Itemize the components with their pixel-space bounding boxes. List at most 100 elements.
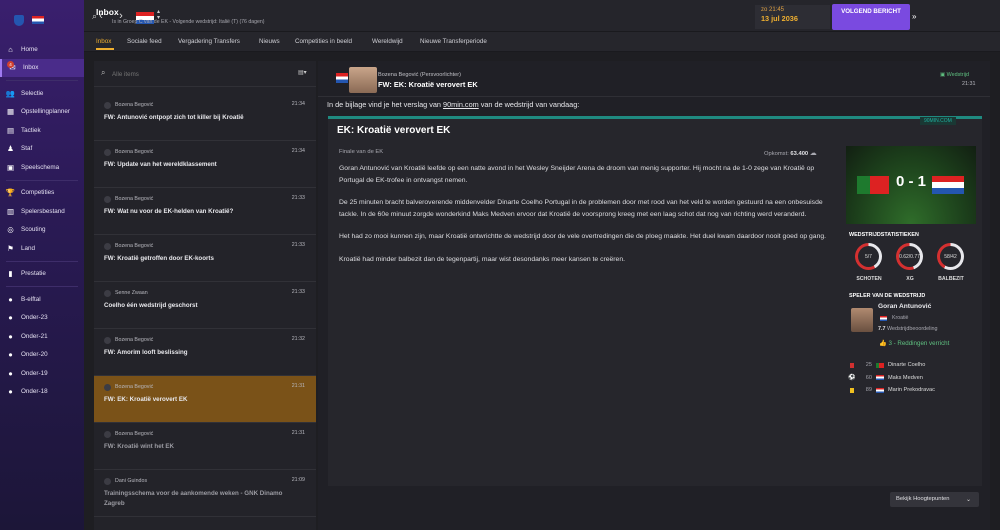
portugal-flag-icon[interactable] xyxy=(857,176,889,194)
tab[interactable]: Inbox xyxy=(96,38,111,45)
list-item-subject: FW: Kroatië wint het EK xyxy=(104,443,175,450)
chevron-down-icon[interactable]: ⌄ xyxy=(966,496,971,503)
list-item-time: 21:33 xyxy=(291,195,305,201)
sidebar-item[interactable]: ▥ Spelersbestand xyxy=(0,202,84,221)
sidebar-item-label: Scouting xyxy=(21,226,46,234)
list-item[interactable]: Bozena Begović 21:31 FW: EK: Kroatië verov… xyxy=(94,376,316,423)
list-item[interactable]: Dani Guindos 21:09 Trainingsschema voor de… xyxy=(94,470,316,517)
tab[interactable]: Sociale feed xyxy=(127,38,162,45)
tab[interactable]: Wereldwijd xyxy=(372,38,403,45)
sidebar-item-label: Competities xyxy=(21,189,55,197)
sender-avatar xyxy=(104,478,111,485)
article-paragraph: De 25 minuten bracht balveroverende midd… xyxy=(339,199,823,218)
sidebar-item[interactable]: ◎ Scouting xyxy=(0,221,84,240)
message-search-input[interactable] xyxy=(112,68,262,80)
message-sender[interactable]: Bozena Begović (Persvoorlichter) xyxy=(378,72,461,78)
sender-avatar xyxy=(104,384,111,391)
page-subtitle: Is in Groep C van de EK - Volgende wedst… xyxy=(112,19,265,25)
tab[interactable]: Nieuwe Transferperiode xyxy=(420,38,487,45)
active-tab-indicator xyxy=(96,48,114,50)
sidebar-item[interactable]: ● Onder-23 xyxy=(0,309,84,328)
list-item[interactable]: Bozena Begović 21:33 FW: Wat nu voor de EK… xyxy=(94,188,316,235)
list-item-sender: Bozena Begović xyxy=(115,243,154,249)
event-player: Dinarte Coelho xyxy=(888,362,926,368)
stat-value: 58/42 xyxy=(944,253,957,260)
potm-name[interactable]: Goran Antunović xyxy=(878,303,931,310)
sidebar-item-label: Opstellingplanner xyxy=(21,108,71,116)
croatia-flag-icon xyxy=(32,16,44,24)
team-icon: ● xyxy=(8,350,13,360)
message-type: Wedstrijd xyxy=(946,72,969,78)
list-item-subject: Trainingsschema voor de aankomende weken… xyxy=(104,490,283,507)
message-subject: FW: EK: Kroatië verovert EK xyxy=(378,80,478,89)
list-item[interactable]: Bozena Begović 21:32 FW: Amorim looft besl… xyxy=(94,329,316,376)
event-minute: 89 xyxy=(865,387,872,393)
sidebar-item[interactable]: ● Onder-21 xyxy=(0,327,84,346)
sidebar-item[interactable]: ▣ Speelschema xyxy=(0,158,84,177)
article-title: EK: Kroatië verovert EK xyxy=(337,125,451,136)
sidebar-item[interactable]: ♟ Staf xyxy=(0,140,84,159)
tab[interactable]: Competities in beeld xyxy=(295,38,352,45)
list-item-subject: FW: Antunović ontpopt zich tot killer bi… xyxy=(104,114,244,121)
list-item[interactable]: Bozena Begović 21:33 FW: Kroatië getroffen… xyxy=(94,235,316,282)
list-item[interactable]: Bozena Begović 21:31 FW: Kroatië wint het … xyxy=(94,423,316,470)
sidebar-item[interactable]: ● Onder-20 xyxy=(0,346,84,365)
event-flag-icon xyxy=(876,387,884,393)
next-message-button[interactable]: VOLGEND BERICHT xyxy=(832,4,910,30)
trophy-icon: 🏆 xyxy=(5,188,16,198)
stat-label: XG xyxy=(906,276,914,282)
sidebar-item[interactable]: ⌂ Home xyxy=(0,40,84,59)
filter-menu-icon[interactable]: ▤▾ xyxy=(298,69,307,76)
match-event[interactable]: ⚽ 60 Maks Medven xyxy=(848,375,923,382)
sender-avatar xyxy=(104,431,111,438)
attendance: Opkomst: 63.400 ☁ xyxy=(764,149,817,157)
message-items: Bozena Begović 21:34 FW: Antunović ontpopt… xyxy=(94,94,316,530)
list-search-bar: ⌕ ▤▾ xyxy=(94,61,316,87)
potm-rating-label: Wedstrijdbeoordeling xyxy=(885,326,938,332)
list-item[interactable]: Bozena Begović 21:34 FW: Update van het we… xyxy=(94,141,316,188)
match-event[interactable]: 89 Marin Prekodravac xyxy=(850,387,935,393)
sidebar-item[interactable]: ● Onder-18 xyxy=(0,383,84,402)
list-item-time: 21:32 xyxy=(291,336,305,342)
potm-note: 👍 3 - Reddingen verricht xyxy=(879,339,949,347)
tab[interactable]: Nieuws xyxy=(259,38,280,45)
schedule-icon: ▣ xyxy=(6,162,15,172)
sidebar-item[interactable]: ● Onder-19 xyxy=(0,364,84,383)
club-logo-icon[interactable] xyxy=(14,14,24,26)
list-item-subject: Coelho één wedstrijd geschorst xyxy=(104,302,198,309)
list-item[interactable]: Bozena Begović 21:34 FW: Antunović ontpopt… xyxy=(94,94,316,141)
sidebar-item[interactable]: 🏆 Competities xyxy=(0,184,84,203)
sidebar-item[interactable]: 👥 Selectie xyxy=(0,84,84,103)
sidebar-item[interactable]: ⚑ Land xyxy=(0,239,84,258)
sidebar-item-label: Inbox xyxy=(23,64,39,72)
list-item[interactable]: Senne Zwaan 21:33 Coelho één wedstrijd ges… xyxy=(94,282,316,329)
next-arrow-icon[interactable]: » xyxy=(912,12,916,21)
potm-rating-value: 7.7 xyxy=(878,326,886,332)
sidebar-item-label: Prestatie xyxy=(21,270,46,278)
sidebar-item[interactable]: ▮ Prestatie xyxy=(0,265,84,284)
sender-portrait[interactable] xyxy=(349,67,377,93)
thumbs-up-icon: 👍 xyxy=(879,340,887,347)
article-source: 90MIN.COM xyxy=(920,117,956,125)
article-paragraph: Goran Antunović van Kroatië leefde op ee… xyxy=(339,165,815,184)
team-icon: ● xyxy=(8,294,13,304)
source-link[interactable]: 90min.com xyxy=(443,100,479,109)
sidebar-item-label: B-elftal xyxy=(21,295,41,303)
sidebar-item[interactable]: ▤ Tactiek xyxy=(0,121,84,140)
sidebar-item-label: Onder-18 xyxy=(21,388,48,396)
croatia-flag-icon[interactable] xyxy=(932,176,964,194)
sidebar-item[interactable]: ✉ Inbox 4 xyxy=(0,58,84,77)
tab[interactable]: Vergadering Transfers xyxy=(178,38,240,45)
sidebar-item-label: Selectie xyxy=(21,89,44,97)
list-item-time: 21:33 xyxy=(291,289,305,295)
match-event[interactable]: 25 Dinarte Coelho xyxy=(850,362,925,368)
article-stage: Finale van de EK xyxy=(339,149,384,155)
sidebar-item-label: Tactiek xyxy=(21,126,41,134)
sidebar-item[interactable]: ● B-elftal xyxy=(0,290,84,309)
event-minute: 25 xyxy=(865,362,872,368)
date-panel[interactable]: zo 21:45 13 jul 2036 xyxy=(755,5,830,29)
match-score[interactable]: 0 - 1 xyxy=(892,173,930,190)
sidebar-item[interactable]: ▦ Opstellingplanner xyxy=(0,103,84,122)
list-item-sender: Senne Zwaan xyxy=(115,290,148,296)
potm-portrait[interactable] xyxy=(851,308,873,332)
